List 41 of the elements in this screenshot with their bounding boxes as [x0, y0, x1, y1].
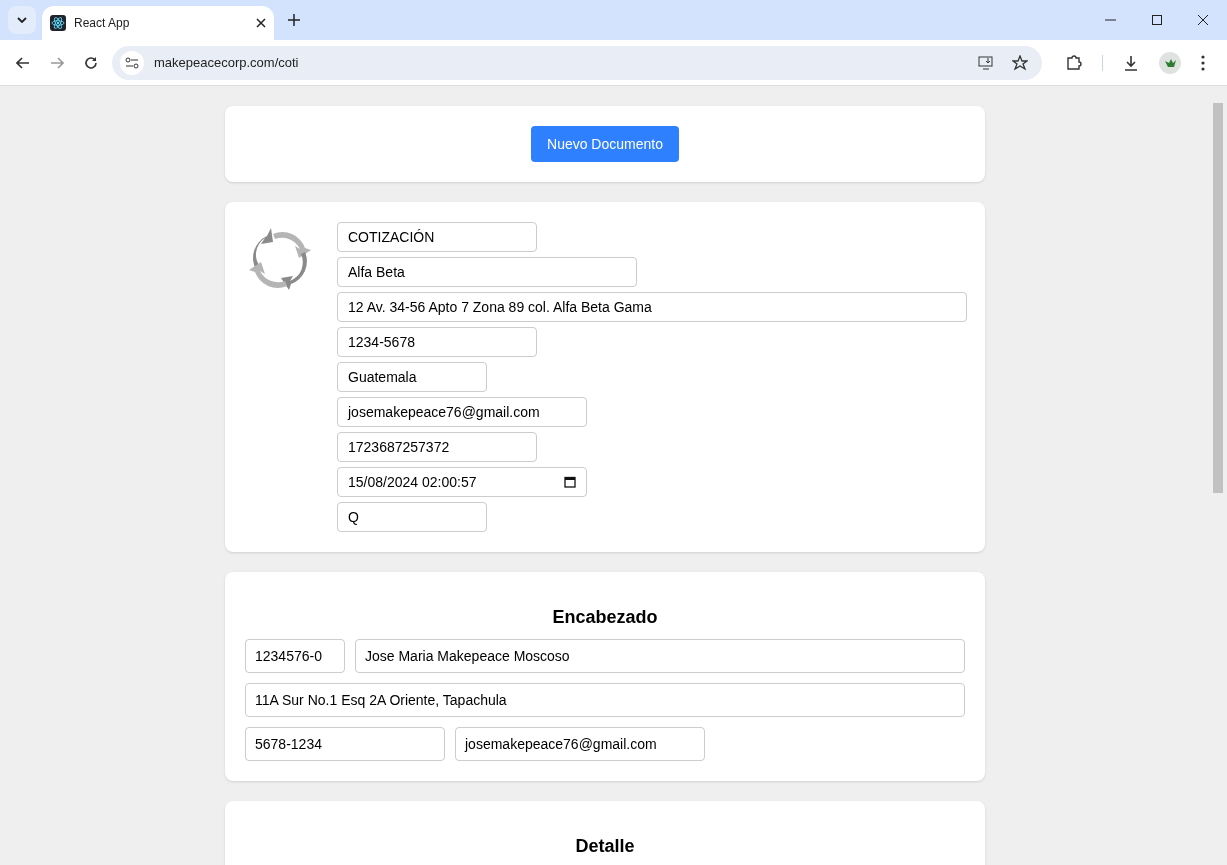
- avatar-icon[interactable]: [1159, 51, 1181, 74]
- address-bar[interactable]: makepeacecorp.com/coti: [112, 45, 1042, 80]
- calendar-icon[interactable]: [564, 476, 576, 488]
- chevron-down-icon: [17, 17, 27, 23]
- site-settings-icon[interactable]: [125, 56, 139, 69]
- atom-icon: [50, 15, 66, 31]
- reload-icon[interactable]: [84, 55, 98, 70]
- forward-icon[interactable]: [50, 56, 64, 69]
- tab-list-button[interactable]: [8, 6, 36, 34]
- star-icon[interactable]: [1012, 54, 1028, 71]
- date-field[interactable]: 15/08/2024 02:00:57: [337, 467, 587, 497]
- input-field[interactable]: 1234-5678: [337, 327, 537, 357]
- puzzle-icon[interactable]: [1066, 54, 1082, 71]
- maximize-icon[interactable]: [1152, 15, 1162, 25]
- download-icon[interactable]: [1123, 54, 1139, 71]
- scrollbar[interactable]: [1213, 103, 1223, 493]
- url-text: makepeacecorp.com/coti: [154, 53, 300, 72]
- back-icon[interactable]: [16, 56, 30, 69]
- new-tab-icon[interactable]: [288, 14, 300, 26]
- input-field[interactable]: 1723687257372: [337, 432, 537, 462]
- input-field[interactable]: Jose Maria Makepeace Moscoso: [355, 639, 965, 673]
- input-field[interactable]: 5678-1234: [245, 727, 445, 761]
- logo-icon: [247, 226, 313, 292]
- input-field[interactable]: 12 Av. 34-56 Apto 7 Zona 89 col. Alfa Beta Gama: [337, 292, 967, 322]
- menu-icon[interactable]: [1201, 54, 1205, 71]
- tab-title: React App: [74, 15, 131, 32]
- input-field[interactable]: josemakepeace76@gmail.com: [455, 727, 705, 761]
- section-heading: Encabezado: [551, 606, 659, 629]
- input-field[interactable]: Q: [337, 502, 487, 532]
- browser-tab[interactable]: React App: [42, 6, 274, 40]
- input-field[interactable]: 1234576-0: [245, 639, 345, 673]
- new-document-button[interactable]: Nuevo Documento: [531, 126, 679, 162]
- input-field[interactable]: Alfa Beta: [337, 257, 637, 287]
- section-heading: Detalle: [574, 835, 636, 858]
- close-window-icon[interactable]: [1198, 15, 1208, 25]
- input-field[interactable]: COTIZACIÓN: [337, 222, 537, 252]
- close-icon[interactable]: [256, 18, 266, 28]
- input-field[interactable]: Guatemala: [337, 362, 487, 392]
- input-field[interactable]: josemakepeace76@gmail.com: [337, 397, 587, 427]
- input-field[interactable]: 11A Sur No.1 Esq 2A Oriente, Tapachula: [245, 683, 965, 717]
- install-icon[interactable]: [978, 55, 994, 70]
